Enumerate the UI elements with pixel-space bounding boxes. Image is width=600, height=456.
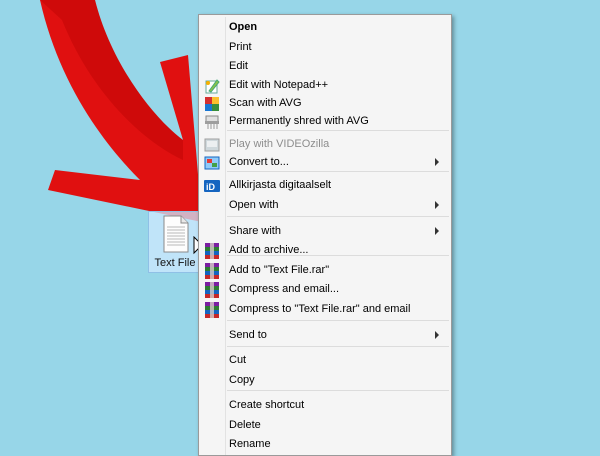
menu-separator — [227, 216, 449, 217]
submenu-arrow-icon — [435, 201, 439, 209]
convert-icon — [204, 155, 220, 171]
menu-item-label: Print — [229, 41, 252, 53]
winrar-icon — [204, 302, 220, 318]
menu-item-create-shortcut[interactable]: Create shortcut — [199, 397, 451, 415]
submenu-arrow-icon — [435, 331, 439, 339]
menu-item-compress-and-email[interactable]: Compress and email... — [199, 281, 451, 299]
svg-text:iD: iD — [206, 182, 216, 192]
menu-item-edit[interactable]: Edit — [199, 58, 451, 76]
menu-separator — [227, 346, 449, 347]
menu-item-open[interactable]: Open — [199, 19, 451, 37]
menu-item-label: Share with — [229, 225, 281, 237]
menu-item-copy[interactable]: Copy — [199, 372, 451, 390]
menu-item-label: Play with VIDEOzilla — [229, 138, 330, 150]
menu-item-label: Send to — [229, 329, 267, 341]
menu-item-allkirjasta-digitaalselt[interactable]: iD Allkirjasta digitaalselt — [199, 177, 451, 195]
menu-item-label: Delete — [229, 419, 261, 431]
shredder-icon — [204, 114, 220, 130]
winrar-icon — [204, 282, 220, 298]
menu-item-send-to[interactable]: Send to — [199, 327, 451, 345]
menu-item-add-to-text-file-rar[interactable]: Add to "Text File.rar" — [199, 262, 451, 280]
menu-separator — [227, 255, 449, 256]
menu-item-rename[interactable]: Rename — [199, 436, 451, 454]
menu-item-label: Edit with Notepad++ — [229, 79, 329, 91]
menu-item-label: Scan with AVG — [229, 97, 302, 109]
submenu-arrow-icon — [435, 227, 439, 235]
context-menu: Open Print Edit Edit with Notepad++ Scan wit… — [198, 14, 452, 456]
avg-icon — [204, 96, 220, 112]
red-arrow-annotation — [40, 0, 200, 222]
notepadpp-icon — [204, 78, 220, 94]
menu-item-label: Add to "Text File.rar" — [229, 264, 330, 276]
menu-item-edit-with-notepad[interactable]: Edit with Notepad++ — [199, 77, 451, 95]
menu-item-play-with-videozilla[interactable]: Play with VIDEOzilla — [199, 136, 451, 154]
menu-item-compress-to-text-file-rar-and-email[interactable]: Compress to "Text File.rar" and email — [199, 301, 451, 319]
menu-item-label: Open with — [229, 199, 279, 211]
menu-item-label: Create shortcut — [229, 399, 305, 411]
menu-item-share-with[interactable]: Share with — [199, 223, 451, 241]
menu-item-add-to-archive[interactable]: Add to archive... — [199, 242, 451, 260]
menu-item-label: Rename — [229, 438, 271, 450]
file-name-label: Text File — [154, 257, 196, 269]
menu-item-cut[interactable]: Cut — [199, 352, 451, 370]
videozilla-icon — [204, 137, 220, 153]
submenu-arrow-icon — [435, 158, 439, 166]
winrar-icon — [204, 243, 220, 259]
menu-item-print[interactable]: Print — [199, 39, 451, 57]
menu-item-label: Copy — [229, 374, 255, 386]
menu-item-label: Compress to "Text File.rar" and email — [229, 303, 411, 315]
menu-separator — [227, 390, 449, 391]
menu-separator — [227, 130, 449, 131]
menu-item-label: Allkirjasta digitaalselt — [229, 179, 332, 191]
menu-item-label: Open — [229, 21, 258, 33]
menu-item-label: Compress and email... — [229, 283, 340, 295]
menu-item-scan-with-avg[interactable]: Scan with AVG — [199, 95, 451, 113]
menu-separator — [227, 320, 449, 321]
menu-item-open-with[interactable]: Open with — [199, 197, 451, 215]
menu-item-convert-to[interactable]: Convert to... — [199, 154, 451, 172]
menu-item-permanently-shred-with-avg[interactable]: Permanently shred with AVG — [199, 113, 451, 131]
winrar-icon — [204, 263, 220, 279]
text-document-icon — [163, 215, 189, 253]
menu-item-label: Edit — [229, 60, 248, 72]
menu-separator — [227, 171, 449, 172]
menu-item-label: Convert to... — [229, 156, 289, 168]
id-card-icon: iD — [204, 178, 220, 194]
menu-item-delete[interactable]: Delete — [199, 417, 451, 435]
menu-item-label: Cut — [229, 354, 247, 366]
menu-item-label: Permanently shred with AVG — [229, 115, 369, 127]
